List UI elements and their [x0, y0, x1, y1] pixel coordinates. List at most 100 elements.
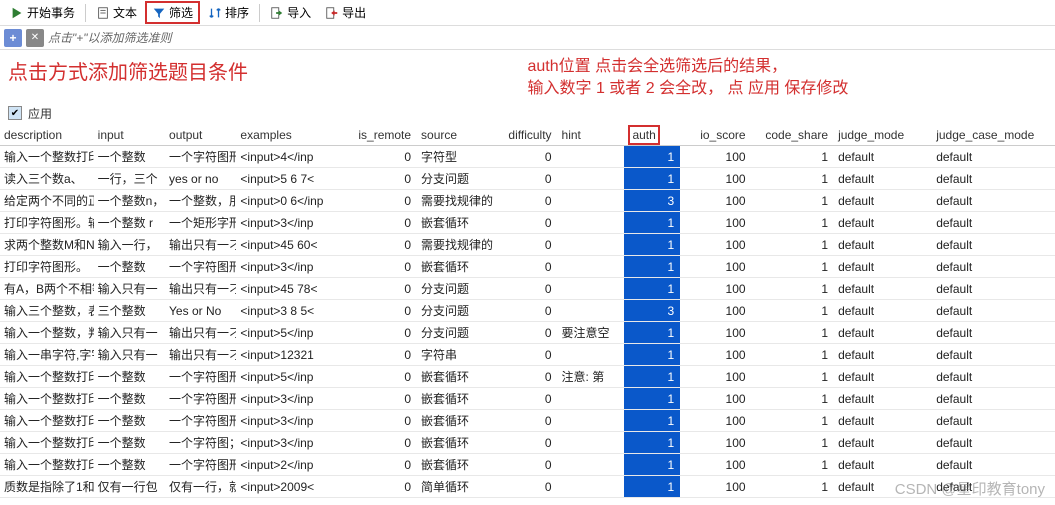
cell-source[interactable]: 分支问题 [417, 300, 495, 322]
cell-source[interactable]: 嵌套循环 [417, 432, 495, 454]
cell-examples[interactable]: <input>5 6 7< [236, 168, 348, 190]
cell-difficulty[interactable]: 0 [495, 278, 557, 300]
cell-examples[interactable]: <input>2009< [236, 476, 348, 498]
cell-code-share[interactable]: 1 [752, 322, 835, 344]
cell-is-remote[interactable]: 0 [348, 146, 417, 168]
cell-auth[interactable]: 1 [624, 146, 680, 168]
cell-difficulty[interactable]: 0 [495, 168, 557, 190]
cell-judge-mode[interactable]: default [834, 168, 932, 190]
col-code-share[interactable]: code_share [752, 124, 835, 146]
cell-examples[interactable]: <input>5</inp [236, 366, 348, 388]
cell-judge-case-mode[interactable]: default [932, 476, 1055, 498]
cell-judge-case-mode[interactable]: default [932, 410, 1055, 432]
export-button[interactable]: 导出 [319, 2, 372, 23]
cell-io-score[interactable]: 100 [680, 388, 751, 410]
cell-io-score[interactable]: 100 [680, 410, 751, 432]
add-filter-button[interactable]: + [4, 29, 22, 47]
cell-description[interactable]: 输入一个整数打印 [0, 454, 94, 476]
table-row[interactable]: 质数是指除了1和仅有一行包仅有一行，就<input>2009<0简单循环0110… [0, 476, 1055, 498]
cell-is-remote[interactable]: 0 [348, 388, 417, 410]
cell-description[interactable]: 给定两个不同的正 [0, 190, 94, 212]
table-row[interactable]: 输入一个整数打印一个整数一个字符图刑<input>3</inp0嵌套循环0110… [0, 388, 1055, 410]
table-row[interactable]: 输入一个整数打印一个整数一个字符图；<input>3</inp0嵌套循环0110… [0, 432, 1055, 454]
cell-examples[interactable]: <input>3</inp [236, 388, 348, 410]
cell-examples[interactable]: <input>3 8 5< [236, 300, 348, 322]
cell-judge-mode[interactable]: default [834, 432, 932, 454]
col-auth[interactable]: auth [624, 124, 680, 146]
cell-is-remote[interactable]: 0 [348, 278, 417, 300]
cell-judge-case-mode[interactable]: default [932, 432, 1055, 454]
table-row[interactable]: 有A，B两个不相等输入只有一输出只有一刁<input>45 78<0分支问题01… [0, 278, 1055, 300]
cell-examples[interactable]: <input>3</inp [236, 410, 348, 432]
cell-description[interactable]: 打印字符图形。 [0, 256, 94, 278]
cell-judge-mode[interactable]: default [834, 344, 932, 366]
cell-output[interactable]: 一个字符图刑 [165, 256, 236, 278]
cell-judge-mode[interactable]: default [834, 190, 932, 212]
cell-judge-mode[interactable]: default [834, 476, 932, 498]
cell-is-remote[interactable]: 0 [348, 344, 417, 366]
cell-judge-case-mode[interactable]: default [932, 322, 1055, 344]
cell-code-share[interactable]: 1 [752, 146, 835, 168]
cell-code-share[interactable]: 1 [752, 212, 835, 234]
cell-code-share[interactable]: 1 [752, 344, 835, 366]
cell-output[interactable]: 输出只有一刁 [165, 344, 236, 366]
cell-input[interactable]: 一个整数 [94, 388, 165, 410]
cell-auth[interactable]: 1 [624, 476, 680, 498]
cell-source[interactable]: 分支问题 [417, 168, 495, 190]
table-row[interactable]: 输入一个整数打印一个整数一个字符图刑<input>2</inp0嵌套循环0110… [0, 454, 1055, 476]
cell-judge-case-mode[interactable]: default [932, 212, 1055, 234]
cell-judge-mode[interactable]: default [834, 410, 932, 432]
cell-judge-case-mode[interactable]: default [932, 234, 1055, 256]
cell-judge-mode[interactable]: default [834, 256, 932, 278]
cell-hint[interactable] [558, 256, 625, 278]
cell-io-score[interactable]: 100 [680, 322, 751, 344]
cell-hint[interactable] [558, 146, 625, 168]
cell-input[interactable]: 一个整数 [94, 256, 165, 278]
cell-code-share[interactable]: 1 [752, 476, 835, 498]
cell-difficulty[interactable]: 0 [495, 300, 557, 322]
table-row[interactable]: 输入一个整数打印一个整数一个字符图刑<input>5</inp0嵌套循环0注意:… [0, 366, 1055, 388]
cell-examples[interactable]: <input>0 6</inp [236, 190, 348, 212]
cell-is-remote[interactable]: 0 [348, 366, 417, 388]
import-button[interactable]: 导入 [264, 2, 317, 23]
cell-source[interactable]: 嵌套循环 [417, 256, 495, 278]
col-is-remote[interactable]: is_remote [348, 124, 417, 146]
col-difficulty[interactable]: difficulty [495, 124, 557, 146]
cell-io-score[interactable]: 100 [680, 300, 751, 322]
cell-hint[interactable] [558, 212, 625, 234]
cell-is-remote[interactable]: 0 [348, 454, 417, 476]
cell-auth[interactable]: 3 [624, 300, 680, 322]
cell-io-score[interactable]: 100 [680, 234, 751, 256]
cell-judge-mode[interactable]: default [834, 278, 932, 300]
cell-description[interactable]: 求两个整数M和N [0, 234, 94, 256]
cell-input[interactable]: 输入只有一 [94, 322, 165, 344]
cell-io-score[interactable]: 100 [680, 432, 751, 454]
cell-judge-case-mode[interactable]: default [932, 300, 1055, 322]
cell-source[interactable]: 字符串 [417, 344, 495, 366]
cell-examples[interactable]: <input>3</inp [236, 212, 348, 234]
cell-source[interactable]: 嵌套循环 [417, 388, 495, 410]
table-row[interactable]: 输入一个整数打印一个整数一个字符图刑<input>4</inp0字符型01100… [0, 146, 1055, 168]
cell-code-share[interactable]: 1 [752, 366, 835, 388]
cell-difficulty[interactable]: 0 [495, 432, 557, 454]
table-row[interactable]: 求两个整数M和N输入一行，输出只有一刁<input>45 60<0需要找规律的0… [0, 234, 1055, 256]
cell-output[interactable]: 输出只有一刁 [165, 322, 236, 344]
cell-auth[interactable]: 1 [624, 454, 680, 476]
cell-description[interactable]: 输入三个整数，表 [0, 300, 94, 322]
cell-input[interactable]: 一个整数 [94, 366, 165, 388]
col-io-score[interactable]: io_score [680, 124, 751, 146]
cell-input[interactable]: 输入一行， [94, 234, 165, 256]
cell-auth[interactable]: 3 [624, 190, 680, 212]
cell-difficulty[interactable]: 0 [495, 256, 557, 278]
cell-auth[interactable]: 1 [624, 322, 680, 344]
cell-difficulty[interactable]: 0 [495, 234, 557, 256]
apply-checkbox[interactable]: ✔ [8, 106, 22, 120]
cell-description[interactable]: 输入一个整数，判 [0, 322, 94, 344]
cell-judge-case-mode[interactable]: default [932, 366, 1055, 388]
cell-judge-mode[interactable]: default [834, 146, 932, 168]
cell-is-remote[interactable]: 0 [348, 322, 417, 344]
cell-input[interactable]: 一个整数 [94, 432, 165, 454]
cell-code-share[interactable]: 1 [752, 410, 835, 432]
cell-output[interactable]: 输出只有一刁 [165, 234, 236, 256]
cell-is-remote[interactable]: 0 [348, 212, 417, 234]
